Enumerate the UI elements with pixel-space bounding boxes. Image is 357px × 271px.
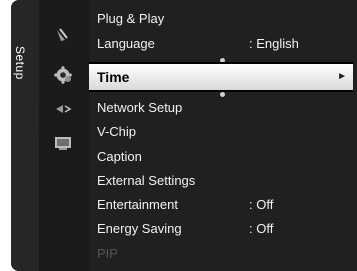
menu-item-value: : English bbox=[249, 36, 299, 51]
category-sidebar: Setup bbox=[11, 0, 39, 271]
menu-item-network-setup[interactable]: Network Setup bbox=[97, 97, 357, 119]
submenu-arrow-icon: ► bbox=[337, 71, 347, 82]
category-title: Setup bbox=[13, 46, 27, 80]
category-icon-column bbox=[39, 0, 89, 271]
menu-item-label: Network Setup bbox=[97, 100, 183, 115]
menu-item-label: Energy Saving bbox=[97, 221, 182, 236]
menu-item-caption[interactable]: Caption bbox=[97, 146, 357, 168]
menu-item-label: V-Chip bbox=[97, 124, 137, 139]
menu-item-pip: PIP bbox=[97, 243, 357, 265]
menu-item-label: Entertainment bbox=[97, 197, 178, 212]
menu-item-language[interactable]: Language : English bbox=[97, 33, 357, 55]
menu-item-entertainment[interactable]: Entertainment : Off bbox=[97, 194, 357, 216]
antenna-icon[interactable] bbox=[51, 26, 75, 44]
menu-item-label: External Settings bbox=[97, 173, 196, 188]
tv-icon[interactable] bbox=[51, 134, 75, 152]
menu-list: Plug & Play Language : English Time ► Ne… bbox=[89, 0, 357, 271]
menu-item-label: Language bbox=[97, 36, 155, 51]
menu-item-label: PIP bbox=[97, 246, 118, 261]
menu-item-value: : Off bbox=[249, 221, 274, 236]
menu-item-value: : Off bbox=[249, 197, 274, 212]
menu-item-energy-saving[interactable]: Energy Saving : Off bbox=[97, 218, 357, 240]
menu-item-time[interactable]: Time ► bbox=[89, 62, 353, 92]
menu-item-label: Caption bbox=[97, 149, 142, 164]
menu-item-external-settings[interactable]: External Settings bbox=[97, 170, 357, 192]
menu-item-label: Plug & Play bbox=[97, 11, 165, 26]
menu-item-plug-and-play[interactable]: Plug & Play bbox=[97, 8, 357, 30]
menu-item-v-chip[interactable]: V-Chip bbox=[97, 121, 357, 143]
speaker-icon[interactable] bbox=[51, 100, 75, 118]
gear-icon[interactable] bbox=[51, 66, 75, 84]
setup-menu: Setup Plug & Play Language: English Tim… bbox=[11, 0, 357, 271]
menu-item-label: Time bbox=[97, 69, 130, 85]
